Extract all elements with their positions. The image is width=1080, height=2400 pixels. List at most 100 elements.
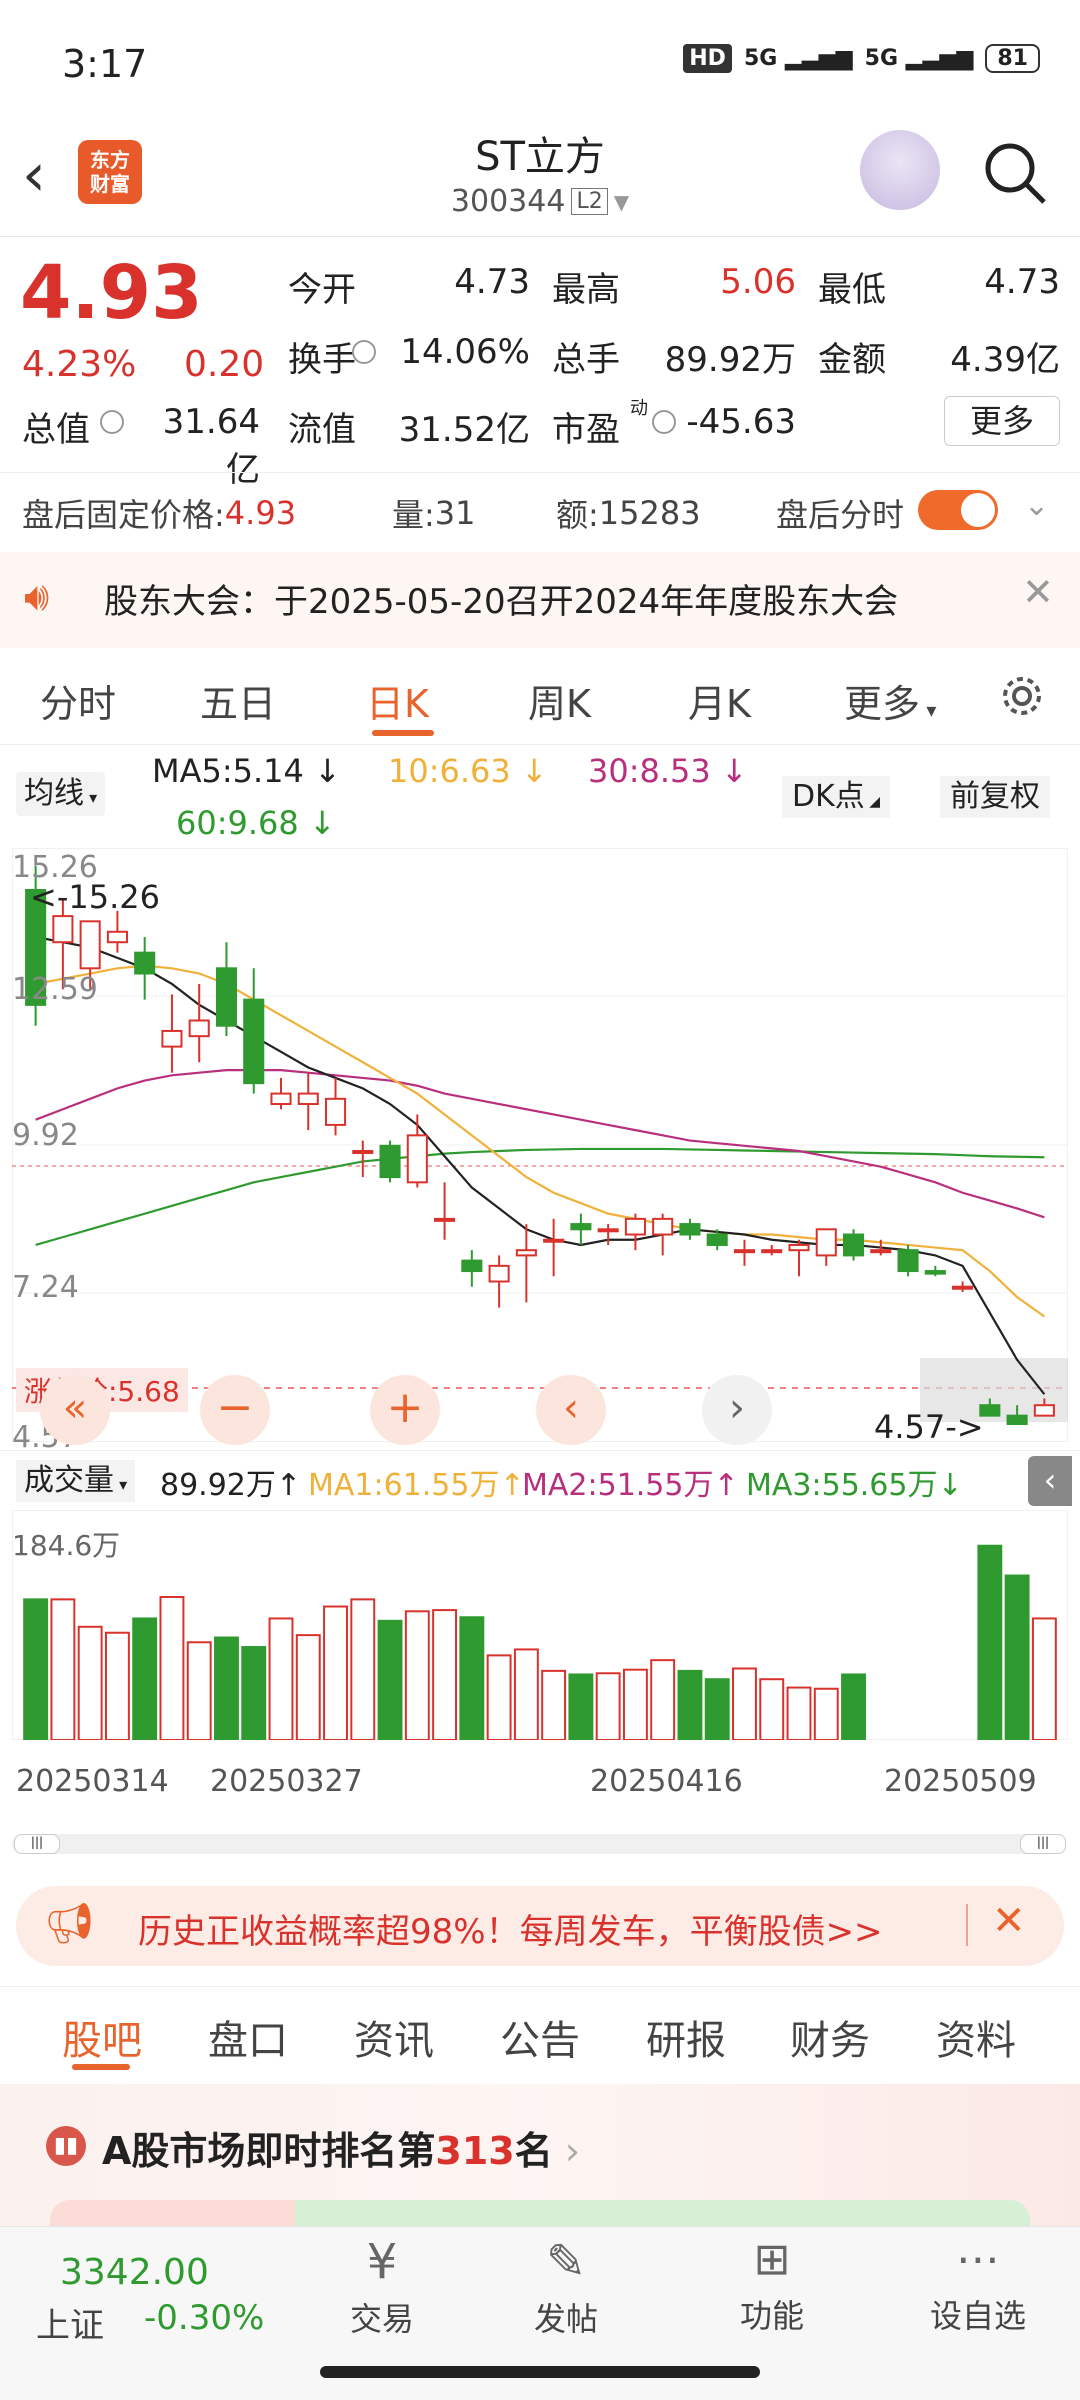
volume-bar — [432, 1609, 458, 1740]
scroll-handle-left[interactable]: ||| — [14, 1834, 60, 1854]
date-label: 20250327 — [210, 1764, 363, 1799]
vol-ma2: MA2:51.55万↑ — [522, 1468, 739, 1503]
divider — [0, 472, 1080, 473]
tab-guba[interactable]: 股吧 — [62, 2008, 142, 2066]
kline-chart[interactable] — [12, 848, 1068, 1442]
volume-bar — [513, 1648, 539, 1740]
tab-intraday[interactable]: 分时 — [40, 673, 116, 728]
pe-label: 市盈 — [552, 410, 620, 450]
volume-bar — [104, 1631, 130, 1740]
tab-weekly-k[interactable]: 周K — [528, 673, 591, 728]
vol-axis-top: 184.6万 — [12, 1529, 121, 1562]
chevron-left-icon[interactable]: ‹ — [536, 1375, 606, 1445]
tab-news[interactable]: 资讯 — [354, 2008, 434, 2066]
ma-selector[interactable]: 均线 ▾ — [16, 772, 106, 816]
gear-icon[interactable] — [998, 672, 1046, 720]
candle — [652, 1217, 674, 1236]
dk-point-button[interactable]: DK点 ◢ — [782, 776, 890, 818]
volume-bar — [159, 1595, 185, 1740]
scroll-handle-right[interactable]: ||| — [1020, 1834, 1066, 1854]
yen-icon: ¥ — [366, 2234, 398, 2290]
candle — [870, 1249, 892, 1254]
max-marker: <-15.26 — [30, 878, 160, 916]
price-change: 0.20 — [184, 344, 265, 385]
divider — [0, 1986, 1080, 1987]
candle — [106, 930, 128, 944]
collapse-panel-icon[interactable]: ‹ — [1028, 1456, 1072, 1506]
candle — [924, 1270, 946, 1275]
volume-bar — [23, 1598, 49, 1740]
hd-badge: HD — [683, 44, 732, 73]
zoom-in-button[interactable]: + — [370, 1375, 440, 1445]
nav-post[interactable]: ✎ 发帖 — [506, 2234, 626, 2340]
candle — [570, 1223, 592, 1231]
tab-announcements[interactable]: 公告 — [500, 2008, 580, 2066]
volume-label: 总手 — [552, 340, 620, 380]
open-label: 今开 — [288, 270, 356, 310]
chevron-right-icon[interactable]: › — [702, 1375, 772, 1445]
tab-five-day[interactable]: 五日 — [200, 673, 276, 728]
status-time: 3:17 — [62, 42, 148, 86]
tab-research[interactable]: 研报 — [646, 2008, 726, 2066]
more-button[interactable]: 更多 — [944, 396, 1060, 446]
volume-bar — [595, 1672, 621, 1740]
low-value: 4.73 — [984, 262, 1060, 302]
candle — [52, 915, 74, 944]
volume-bar — [759, 1678, 785, 1740]
volume-bar — [50, 1598, 76, 1740]
signal-icon: 5G ▂▃▅▆ — [743, 46, 853, 71]
nav-watchlist[interactable]: ⋯ 设自选 — [918, 2234, 1038, 2337]
after-hours-toggle[interactable] — [918, 490, 998, 530]
after-hours-amount: 额: 15283 — [556, 494, 701, 534]
adjust-button[interactable]: 前复权 — [940, 776, 1050, 818]
info-icon[interactable] — [352, 340, 376, 364]
tab-profile[interactable]: 资料 — [936, 2008, 1016, 2066]
pe-value: -45.63 — [686, 402, 796, 442]
rank-text: A股市场即时排名第313名 › — [102, 2129, 581, 2173]
high-value: 5.06 — [720, 262, 796, 302]
after-hours-qty: 量: 31 — [392, 494, 476, 534]
tab-order-book[interactable]: 盘口 — [208, 2008, 288, 2066]
ma5-label: MA5:5.14 ↓ — [152, 752, 341, 790]
zoom-out-button[interactable]: − — [200, 1375, 270, 1445]
tab-financials[interactable]: 财务 — [790, 2008, 870, 2066]
candle — [297, 1092, 319, 1106]
chart-scrollbar[interactable] — [12, 1834, 1060, 1854]
nav-trade[interactable]: ¥ 交易 — [322, 2234, 442, 2340]
mcap-value: 31.64亿 — [162, 402, 260, 490]
robot-avatar-icon[interactable] — [860, 130, 940, 210]
tab-monthly-k[interactable]: 月K — [688, 673, 751, 728]
volume-selector[interactable]: 成交量 ▾ — [16, 1460, 136, 1502]
volume-bar — [241, 1646, 267, 1740]
index-value[interactable]: 3342.00 — [60, 2252, 209, 2293]
chevron-double-left-icon[interactable]: « — [40, 1375, 110, 1445]
candle — [1033, 1404, 1055, 1417]
last-price: 4.93 — [20, 250, 203, 336]
tab-daily-k[interactable]: 日K — [366, 673, 429, 728]
volume-chart[interactable] — [12, 1510, 1068, 1740]
divider — [0, 236, 1080, 237]
volume-bar — [350, 1598, 376, 1740]
info-icon[interactable] — [100, 410, 124, 434]
chevron-down-icon[interactable]: ⌄ — [1024, 488, 1049, 523]
close-icon[interactable]: ✕ — [992, 1898, 1026, 1944]
status-icons: HD 5G ▂▃▅▆ 5G ▂▃▅▆ 81 — [683, 44, 1040, 73]
candle — [842, 1233, 865, 1257]
turnover-value: 14.06% — [400, 332, 530, 372]
volume-bar — [186, 1641, 212, 1740]
nav-functions[interactable]: ⊞ 功能 — [712, 2234, 832, 2337]
tab-more[interactable]: 更多 ▾ — [844, 673, 936, 728]
amount-value: 4.39亿 — [950, 340, 1060, 380]
volume-bar — [677, 1669, 703, 1740]
min-marker: 4.57-> — [874, 1408, 984, 1446]
candle — [488, 1264, 510, 1283]
open-value: 4.73 — [454, 262, 530, 302]
candle — [434, 1217, 456, 1222]
ma60-label: 60:9.68 ↓ — [176, 804, 336, 842]
search-icon[interactable] — [982, 140, 1048, 206]
close-icon[interactable]: ✕ — [1022, 570, 1054, 614]
tab-indicator — [372, 730, 434, 736]
volume-bar — [650, 1659, 676, 1740]
candle — [788, 1243, 810, 1252]
info-icon[interactable] — [652, 410, 676, 434]
